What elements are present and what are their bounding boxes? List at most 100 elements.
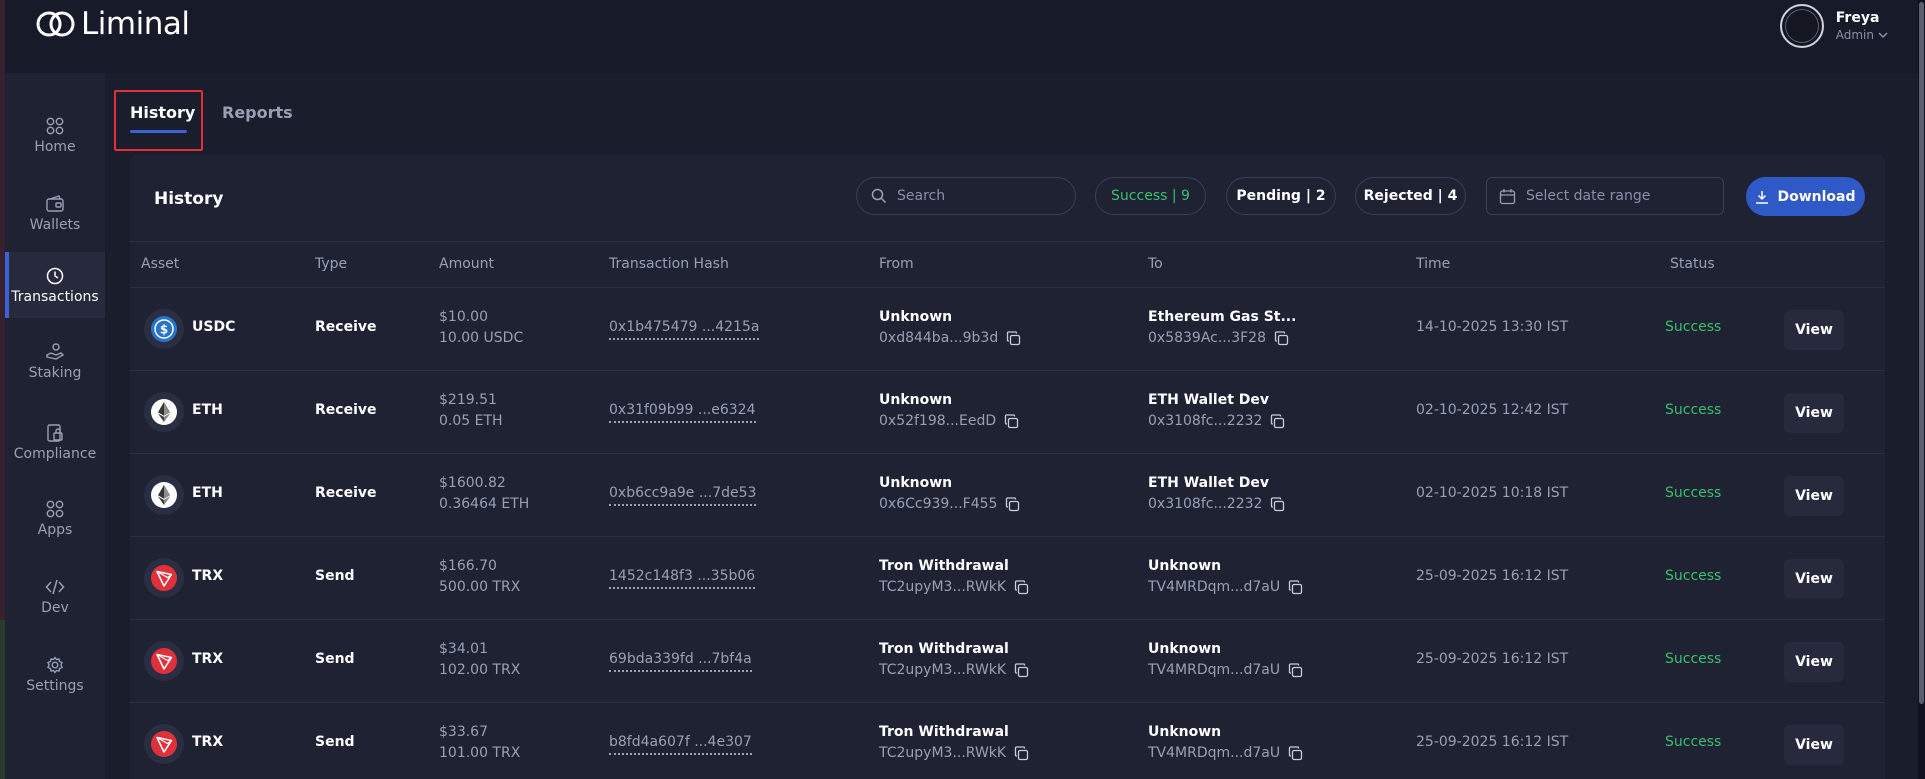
copy-icon[interactable] <box>1014 745 1029 761</box>
chevron-down-icon <box>1878 32 1888 39</box>
column-header-hash: Transaction Hash <box>609 256 729 272</box>
tx-type: Receive <box>315 319 377 335</box>
tx-hash-link[interactable]: 1452c148f3 ...35b06 <box>609 568 756 589</box>
copy-icon[interactable] <box>1288 745 1303 761</box>
filter-rejected-button[interactable]: Rejected | 4 <box>1355 177 1466 215</box>
table-row[interactable]: TRX Send $166.70 500.00 TRX 1452c148f3 .… <box>130 537 1885 620</box>
to-address-text: 0x5839Ac...3F28 <box>1148 330 1266 346</box>
tab-reports[interactable]: Reports <box>222 103 293 122</box>
tab-history[interactable]: History <box>130 103 196 133</box>
tx-time: 25-09-2025 16:12 IST <box>1416 568 1569 584</box>
user-role[interactable]: Admin <box>1836 28 1888 42</box>
table-header: Asset Type Amount Transaction Hash From … <box>130 242 1885 288</box>
sidebar-item-settings[interactable]: Settings <box>5 642 105 706</box>
copy-icon[interactable] <box>1014 662 1029 678</box>
scrollbar-thumb[interactable] <box>1919 2 1924 704</box>
filter-success-button[interactable]: Success | 9 <box>1095 177 1206 215</box>
avatar[interactable] <box>1779 4 1824 48</box>
copy-icon[interactable] <box>1006 330 1021 346</box>
from-address: 0xd844ba...9b3d <box>879 330 1021 346</box>
top-header: Liminal Freya Admin <box>5 0 1918 73</box>
sidebar-item-compliance[interactable]: Compliance <box>5 410 105 474</box>
view-button[interactable]: View <box>1784 393 1844 433</box>
download-label: Download <box>1777 188 1856 205</box>
sidebar-item-label: Settings <box>26 677 84 694</box>
copy-icon[interactable] <box>1288 662 1303 678</box>
view-button[interactable]: View <box>1784 310 1844 350</box>
search-icon <box>871 188 887 204</box>
view-button[interactable]: View <box>1784 476 1844 516</box>
from-address-text: TC2upyM3...RWkK <box>879 745 1007 761</box>
copy-icon[interactable] <box>1274 330 1289 346</box>
table-row[interactable]: ETH Receive $1600.82 0.36464 ETH 0xb6cc9… <box>130 454 1885 537</box>
sidebar-item-wallets[interactable]: Wallets <box>5 181 105 245</box>
logo[interactable]: Liminal <box>35 6 190 42</box>
search-input[interactable] <box>897 188 1067 204</box>
from-name: Unknown <box>879 475 953 491</box>
sidebar-item-dev[interactable]: Dev <box>5 564 105 628</box>
download-button[interactable]: Download <box>1746 177 1865 216</box>
eth-icon <box>144 392 184 432</box>
to-address: 0x3108fc...2232 <box>1148 413 1285 429</box>
date-range-picker[interactable]: Select date range <box>1486 177 1724 215</box>
amount-usd: $33.67 <box>439 724 488 740</box>
column-header-type: Type <box>315 256 348 272</box>
sidebar-item-staking[interactable]: Staking <box>5 329 105 393</box>
apps-icon <box>46 500 64 517</box>
main-content: History Reports History Success | 9 Pend… <box>105 73 1918 779</box>
status-badge: Success <box>1665 651 1722 667</box>
sidebar-item-home[interactable]: Home <box>5 103 105 167</box>
asset-name: USDC <box>192 319 236 335</box>
eth-icon <box>144 475 184 515</box>
to-name: Unknown <box>1148 558 1222 574</box>
copy-icon[interactable] <box>1005 496 1020 512</box>
to-address: TV4MRDqm...d7aU <box>1148 662 1303 678</box>
tx-type: Receive <box>315 402 377 418</box>
column-header-to: To <box>1148 256 1163 272</box>
table-row[interactable]: ETH Receive $219.51 0.05 ETH 0x31f09b99 … <box>130 371 1885 454</box>
tx-hash-link[interactable]: 0xb6cc9a9e ...7de53 <box>609 485 757 506</box>
tx-hash-link[interactable]: b8fd4a607f ...4e307 <box>609 734 752 755</box>
from-name: Tron Withdrawal <box>879 641 1009 657</box>
download-icon <box>1756 190 1769 204</box>
table-row[interactable]: $ USDC Receive $10.00 10.00 USDC 0x1b475… <box>130 288 1885 371</box>
tx-type: Receive <box>315 485 377 501</box>
copy-icon[interactable] <box>1014 579 1029 595</box>
tx-hash-link[interactable]: 0x31f09b99 ...e6324 <box>609 402 756 423</box>
to-name: Ethereum Gas St... <box>1148 309 1297 325</box>
user-role-label: Admin <box>1835 28 1874 42</box>
trx-icon <box>144 558 184 598</box>
page-scrollbar[interactable] <box>1918 0 1925 779</box>
amount-token: 102.00 TRX <box>439 662 521 678</box>
column-header-status: Status <box>1670 256 1715 272</box>
table-row[interactable]: TRX Send $33.67 101.00 TRX b8fd4a607f ..… <box>130 703 1885 779</box>
tab-history-label: History <box>130 103 196 122</box>
to-name: Unknown <box>1148 641 1222 657</box>
copy-icon[interactable] <box>1288 579 1303 595</box>
user-menu[interactable]: Freya Admin <box>1779 4 1888 48</box>
home-icon <box>46 117 64 134</box>
copy-icon[interactable] <box>1270 413 1285 429</box>
table-row[interactable]: TRX Send $34.01 102.00 TRX 69bda339fd ..… <box>130 620 1885 703</box>
filter-pending-button[interactable]: Pending | 2 <box>1226 177 1336 215</box>
search-box[interactable] <box>856 177 1076 215</box>
usdc-icon: $ <box>144 309 184 349</box>
tab-reports-label: Reports <box>222 103 293 122</box>
asset-name: TRX <box>192 734 224 750</box>
view-button[interactable]: View <box>1784 642 1844 682</box>
from-name: Unknown <box>879 309 953 325</box>
tx-hash-link[interactable]: 0x1b475479 ...4215a <box>609 319 760 340</box>
panel-title: History <box>154 189 224 209</box>
tx-hash-link[interactable]: 69bda339fd ...7bf4a <box>609 651 752 672</box>
view-button[interactable]: View <box>1784 725 1844 765</box>
sidebar-item-label: Staking <box>28 364 82 381</box>
sidebar-item-apps[interactable]: Apps <box>5 486 105 550</box>
from-address: 0x6Cc939...F455 <box>879 496 1020 512</box>
from-address-text: TC2upyM3...RWkK <box>879 662 1007 678</box>
copy-icon[interactable] <box>1004 413 1019 429</box>
liminal-logo-icon <box>36 11 75 37</box>
copy-icon[interactable] <box>1270 496 1285 512</box>
sidebar-item-label: Transactions <box>11 288 99 305</box>
view-button[interactable]: View <box>1784 559 1844 599</box>
sidebar-item-transactions[interactable]: Transactions <box>5 252 105 318</box>
